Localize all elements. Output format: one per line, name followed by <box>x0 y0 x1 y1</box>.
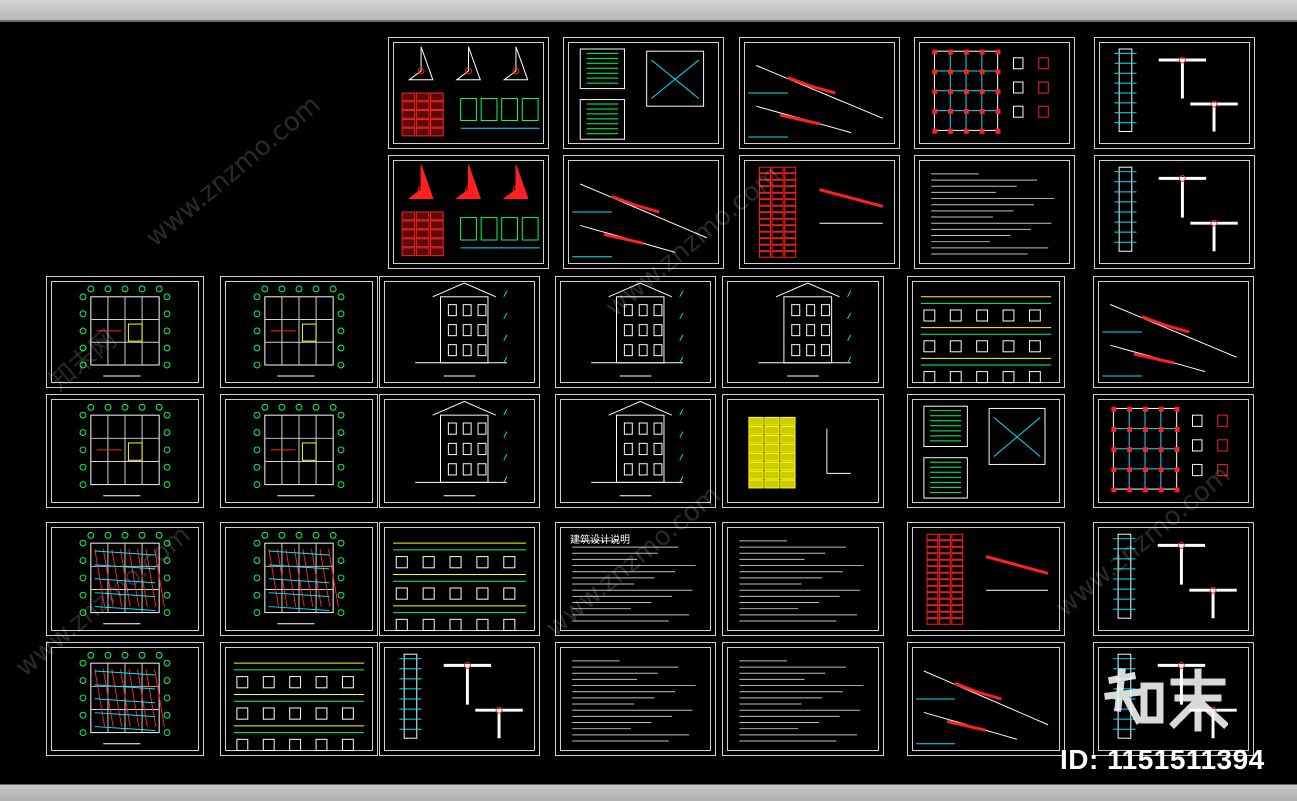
drawing-sheet-text-notes[interactable] <box>722 642 884 756</box>
drawing-sheet-red-details[interactable] <box>388 155 549 269</box>
drawing-sheet-text-notes[interactable] <box>914 155 1075 269</box>
drawing-sheet-floor-plan[interactable] <box>220 276 378 388</box>
drawing-sheet-floor-plan[interactable] <box>46 394 204 508</box>
drawing-sheet-section[interactable] <box>379 394 540 508</box>
drawing-sheet-table-stair[interactable] <box>907 522 1065 636</box>
sheet-drawing <box>591 400 684 497</box>
drawing-sheet-beam-details[interactable] <box>907 276 1065 388</box>
sheet-drawing <box>79 531 171 625</box>
drawing-sheet-stair-section[interactable] <box>907 642 1065 756</box>
sheet-drawing <box>916 670 1049 745</box>
drawing-sheet-text-notes[interactable] <box>722 522 884 636</box>
sheet-drawing <box>1113 533 1237 619</box>
sheet-drawing <box>1111 406 1228 493</box>
drawing-sheet-table-stair[interactable] <box>739 155 900 269</box>
drawing-sheet-elevation[interactable] <box>722 276 884 388</box>
sheet-drawing <box>401 46 540 137</box>
drawing-sheet-floor-plan[interactable] <box>46 276 204 388</box>
drawing-sheet-text-notes[interactable]: 建筑设计说明 <box>555 522 716 636</box>
drawing-sheet-rebar-plan[interactable] <box>220 522 378 636</box>
sheet-drawing <box>591 282 684 377</box>
drawing-sheet-elevation[interactable] <box>555 394 716 508</box>
sheet-drawing <box>401 164 540 257</box>
sheet-drawing <box>579 48 705 140</box>
sheet-drawing <box>1114 48 1238 132</box>
drawing-sheet-elevation[interactable] <box>379 276 540 388</box>
sheet-drawing <box>1102 304 1237 377</box>
drawing-sheet-framing-plan[interactable] <box>1093 394 1254 508</box>
drawing-sheet-stair-section[interactable] <box>563 155 724 269</box>
sheet-drawing <box>399 653 523 739</box>
drawing-sheet-rebar-plan[interactable] <box>46 642 204 756</box>
sheet-drawing <box>748 416 851 489</box>
sheet-drawing <box>572 183 707 258</box>
drawing-sheet-rebar-plan[interactable] <box>46 522 204 636</box>
sheet-drawing <box>926 533 1049 625</box>
notes-title: 建筑设计说明 <box>570 535 630 546</box>
status-bar <box>0 784 1297 801</box>
sheet-drawing <box>415 400 508 497</box>
top-toolbar <box>0 0 1297 22</box>
sheet-drawing <box>1114 166 1238 252</box>
sheet-drawing <box>748 65 883 138</box>
drawing-sheet-column-detail[interactable] <box>1093 522 1254 636</box>
sheet-drawing <box>253 403 345 497</box>
brand-logo <box>1104 668 1229 732</box>
drawing-sheet-text-notes[interactable] <box>555 642 716 756</box>
drawing-canvas[interactable]: 建筑设计说明 <box>0 22 1297 784</box>
drawing-sheet-column-detail[interactable] <box>1094 37 1255 149</box>
sheet-drawing <box>932 49 1049 134</box>
drawing-sheet-stair-plan[interactable] <box>563 37 724 149</box>
drawing-sheet-roof-plan[interactable] <box>220 394 378 508</box>
sheet-drawing <box>233 662 365 752</box>
sheet-drawing <box>572 660 696 742</box>
drawing-sheet-stair-section[interactable] <box>739 37 900 149</box>
sheet-drawing <box>739 540 864 622</box>
drawing-sheet-details-tables[interactable] <box>388 37 549 149</box>
drawing-sheet-framing-plan[interactable] <box>914 37 1075 149</box>
sheet-drawing <box>931 173 1055 255</box>
sheet-drawing <box>758 166 884 258</box>
sheet-drawing <box>79 651 171 745</box>
drawing-sheet-beam-details[interactable] <box>379 522 540 636</box>
drawing-sheet-stair-plan[interactable] <box>907 394 1065 508</box>
drawing-sheet-column-detail[interactable] <box>379 642 540 756</box>
asset-id-label: ID: 1151511394 <box>1060 744 1265 775</box>
sheet-drawing <box>923 405 1046 499</box>
drawing-sheet-yellow-table[interactable] <box>722 394 884 508</box>
sheet-drawing <box>758 282 852 377</box>
sheet-drawing <box>739 660 864 742</box>
sheet-drawing <box>79 403 171 497</box>
sheet-drawing <box>253 531 345 625</box>
sheet-drawing <box>253 285 345 377</box>
sheet-drawing <box>415 282 508 377</box>
sheet-drawing <box>920 296 1052 384</box>
drawing-sheet-elevation[interactable] <box>555 276 716 388</box>
sheet-drawing <box>79 285 171 377</box>
drawing-sheet-stair-section[interactable] <box>1093 276 1254 388</box>
sheet-drawing <box>393 542 526 632</box>
drawing-sheet-column-detail[interactable] <box>1094 155 1255 269</box>
drawing-sheet-beam-details[interactable] <box>220 642 378 756</box>
